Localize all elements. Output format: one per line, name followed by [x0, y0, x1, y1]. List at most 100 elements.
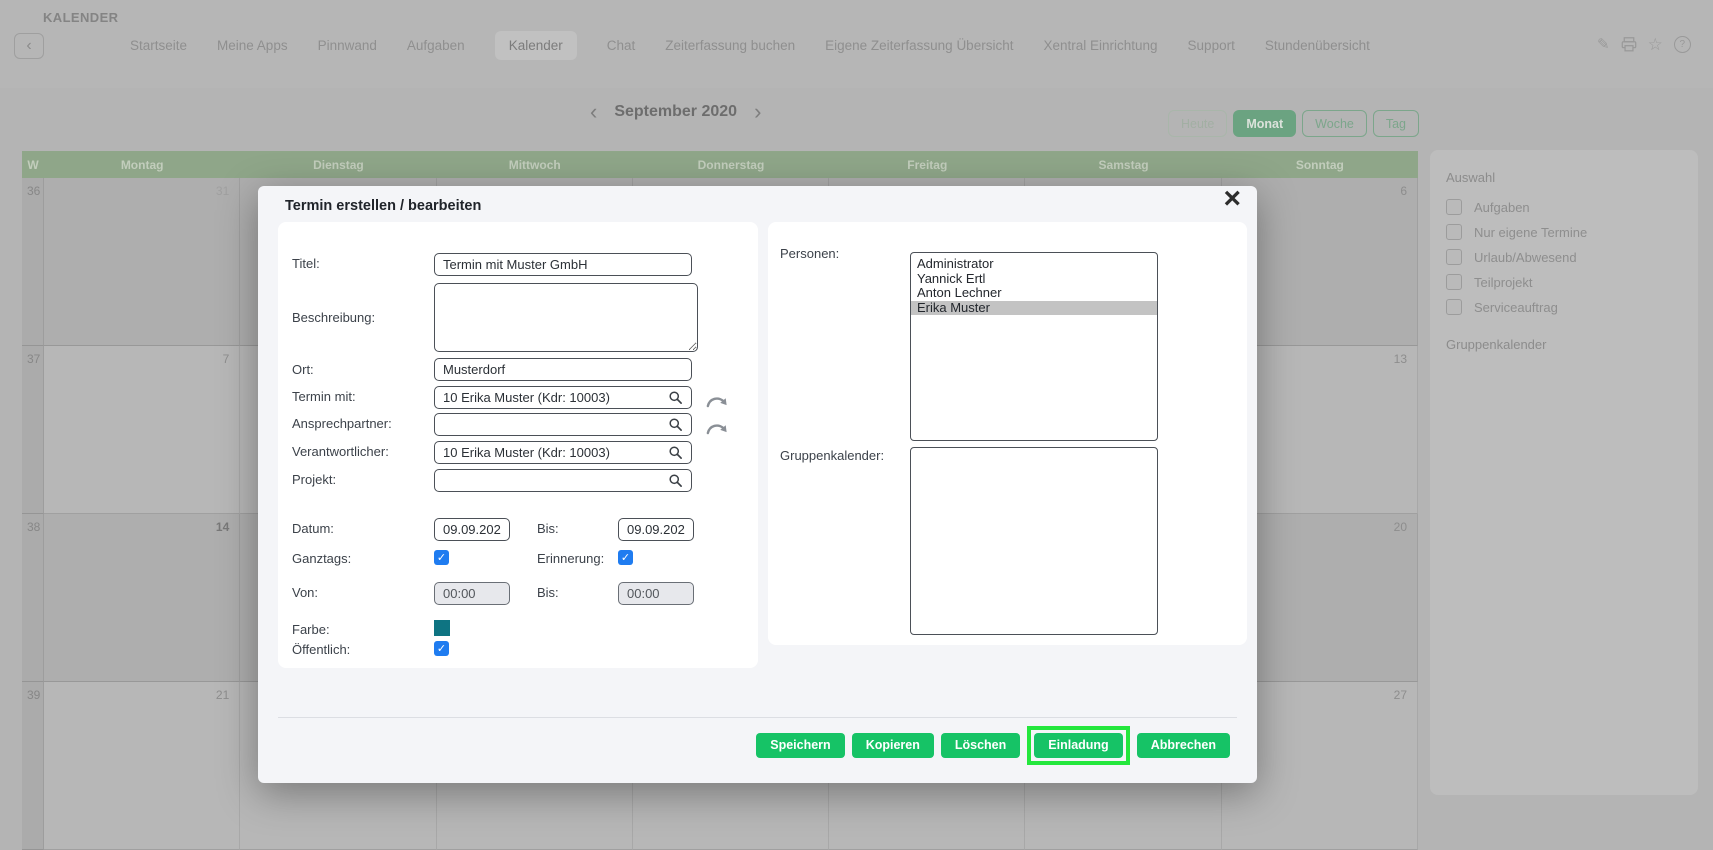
nav-item-eigene-zeiterfassung-bersicht[interactable]: Eigene Zeiterfassung Übersicht: [825, 31, 1013, 60]
beschreibung-textarea[interactable]: [434, 283, 698, 352]
ansprechpartner-redo-arrow-icon[interactable]: [706, 421, 728, 441]
next-month-icon[interactable]: ›: [752, 101, 763, 123]
farbe-color-swatch[interactable]: [434, 620, 450, 636]
day-cell[interactable]: 31: [44, 178, 240, 346]
löschen-button[interactable]: Löschen: [941, 733, 1020, 758]
weekday-header-samstag: Samstag: [1025, 151, 1221, 178]
date-number: 21: [216, 688, 229, 702]
filter-label: Teilprojekt: [1474, 275, 1533, 290]
ganztags-label: Ganztags:: [292, 551, 351, 566]
ansprechpartner-input[interactable]: [434, 413, 692, 436]
day-cell[interactable]: 21: [44, 682, 240, 850]
appointment-dialog: Termin erstellen / bearbeiten × Titel: B…: [258, 186, 1257, 783]
printer-icon[interactable]: [1621, 37, 1637, 52]
filter-row-nur-eigene-termine[interactable]: Nur eigene Termine: [1446, 224, 1698, 240]
nav-item-zeiterfassung-buchen[interactable]: Zeiterfassung buchen: [665, 31, 795, 60]
week-number: 39: [22, 682, 44, 850]
dialog-footer-buttons: Speichern Kopieren Löschen Einladung Abbrech…: [756, 725, 1230, 765]
personen-item[interactable]: Erika Muster: [911, 301, 1157, 316]
help-icon[interactable]: ?: [1674, 36, 1691, 53]
chrome-action-icons: ✎ ☆ ?: [1597, 36, 1691, 53]
date-number: 27: [1394, 688, 1407, 702]
verantwortlicher-search-icon[interactable]: [668, 445, 683, 465]
day-view-button[interactable]: Tag: [1373, 110, 1419, 137]
edit-pencil-icon[interactable]: ✎: [1597, 37, 1610, 52]
filter-row-serviceauftrag[interactable]: Serviceauftrag: [1446, 299, 1698, 315]
month-view-button[interactable]: Monat: [1233, 110, 1296, 137]
sidebar-group-heading: Gruppenkalender: [1446, 337, 1698, 352]
titel-label: Titel:: [292, 256, 320, 271]
back-button[interactable]: ‹: [14, 33, 44, 59]
nav-item-chat[interactable]: Chat: [607, 31, 636, 60]
favorite-star-icon[interactable]: ☆: [1648, 36, 1663, 53]
date-number: 20: [1394, 520, 1407, 534]
today-button[interactable]: Heute: [1168, 110, 1227, 137]
erinnerung-checkbox[interactable]: ✓: [618, 550, 633, 565]
weekday-header-mittwoch: Mittwoch: [437, 151, 633, 178]
von-bis-input[interactable]: [618, 582, 694, 605]
filter-checkbox[interactable]: [1446, 299, 1462, 315]
top-chrome: KALENDER ‹ StartseiteMeine AppsPinnwandA…: [0, 0, 1713, 88]
ort-input[interactable]: [434, 358, 692, 381]
gruppenkalender-listbox[interactable]: [910, 447, 1158, 635]
weekday-header-dienstag: Dienstag: [240, 151, 436, 178]
filter-checkbox[interactable]: [1446, 199, 1462, 215]
filter-row-urlaub-abwesend[interactable]: Urlaub/Abwesend: [1446, 249, 1698, 265]
nav-item-pinnwand[interactable]: Pinnwand: [318, 31, 377, 60]
termin-mit-redo-arrow-icon[interactable]: [706, 394, 728, 414]
ansprechpartner-label: Ansprechpartner:: [292, 416, 392, 431]
day-cell[interactable]: 7: [44, 346, 240, 514]
beschreibung-label: Beschreibung:: [292, 310, 375, 325]
filter-checkbox[interactable]: [1446, 274, 1462, 290]
personen-item[interactable]: Anton Lechner: [911, 286, 1157, 301]
einladung-highlight-box: Einladung: [1027, 726, 1129, 765]
kopieren-button[interactable]: Kopieren: [852, 733, 934, 758]
prev-month-icon[interactable]: ‹: [588, 101, 599, 123]
einladung-button[interactable]: Einladung: [1034, 733, 1122, 758]
calendar-month-title: September 2020: [614, 103, 737, 121]
titel-input[interactable]: [434, 253, 692, 276]
filter-row-teilprojekt[interactable]: Teilprojekt: [1446, 274, 1698, 290]
von-bis-label: Bis:: [537, 585, 559, 600]
filter-checkbox[interactable]: [1446, 249, 1462, 265]
close-icon[interactable]: ×: [1223, 184, 1241, 214]
nav-item-support[interactable]: Support: [1188, 31, 1235, 60]
verantwortlicher-label: Verantwortlicher:: [292, 444, 389, 459]
projekt-search-icon[interactable]: [668, 473, 683, 493]
ganztags-checkbox[interactable]: ✓: [434, 550, 449, 565]
sidebar-heading: Auswahl: [1446, 170, 1698, 185]
nav-item-aufgaben[interactable]: Aufgaben: [407, 31, 465, 60]
filter-label: Aufgaben: [1474, 200, 1530, 215]
speichern-button[interactable]: Speichern: [756, 733, 844, 758]
date-number: 31: [216, 184, 229, 198]
nav-item-kalender[interactable]: Kalender: [495, 31, 577, 60]
von-input[interactable]: [434, 582, 510, 605]
datum-input[interactable]: [434, 518, 510, 541]
filter-sidebar: Auswahl Aufgaben Nur eigene Termine Urlaub…: [1430, 150, 1698, 795]
abbrechen-button[interactable]: Abbrechen: [1137, 733, 1230, 758]
termin-mit-search-icon[interactable]: [668, 390, 683, 410]
oeffentlich-checkbox[interactable]: ✓: [434, 641, 449, 656]
projekt-input[interactable]: [434, 469, 692, 492]
nav-item-xentral-einrichtung[interactable]: Xentral Einrichtung: [1043, 31, 1157, 60]
personen-listbox[interactable]: AdministratorYannick ErtlAnton LechnerEr…: [910, 252, 1158, 441]
back-chevron-icon: ‹: [26, 38, 31, 54]
nav-item-meine-apps[interactable]: Meine Apps: [217, 31, 288, 60]
ansprechpartner-search-icon[interactable]: [668, 417, 683, 437]
weekday-header-donnerstag: Donnerstag: [633, 151, 829, 178]
verantwortlicher-input[interactable]: [434, 441, 692, 464]
dialog-title: Termin erstellen / bearbeiten: [285, 198, 481, 214]
termin-mit-input[interactable]: [434, 386, 692, 409]
nav-item-stunden-bersicht[interactable]: Stundenübersicht: [1265, 31, 1370, 60]
personen-item[interactable]: Administrator: [911, 257, 1157, 272]
view-switcher: Heute Monat Woche Tag: [1168, 110, 1419, 137]
week-view-button[interactable]: Woche: [1302, 110, 1367, 137]
personen-item[interactable]: Yannick Ertl: [911, 272, 1157, 287]
participants-card: Personen: AdministratorYannick ErtlAnton…: [768, 222, 1247, 645]
datum-bis-input[interactable]: [618, 518, 694, 541]
day-cell[interactable]: 14: [44, 514, 240, 682]
weekday-header-w: W: [22, 151, 44, 178]
filter-checkbox[interactable]: [1446, 224, 1462, 240]
nav-item-startseite[interactable]: Startseite: [130, 31, 187, 60]
filter-row-aufgaben[interactable]: Aufgaben: [1446, 199, 1698, 215]
